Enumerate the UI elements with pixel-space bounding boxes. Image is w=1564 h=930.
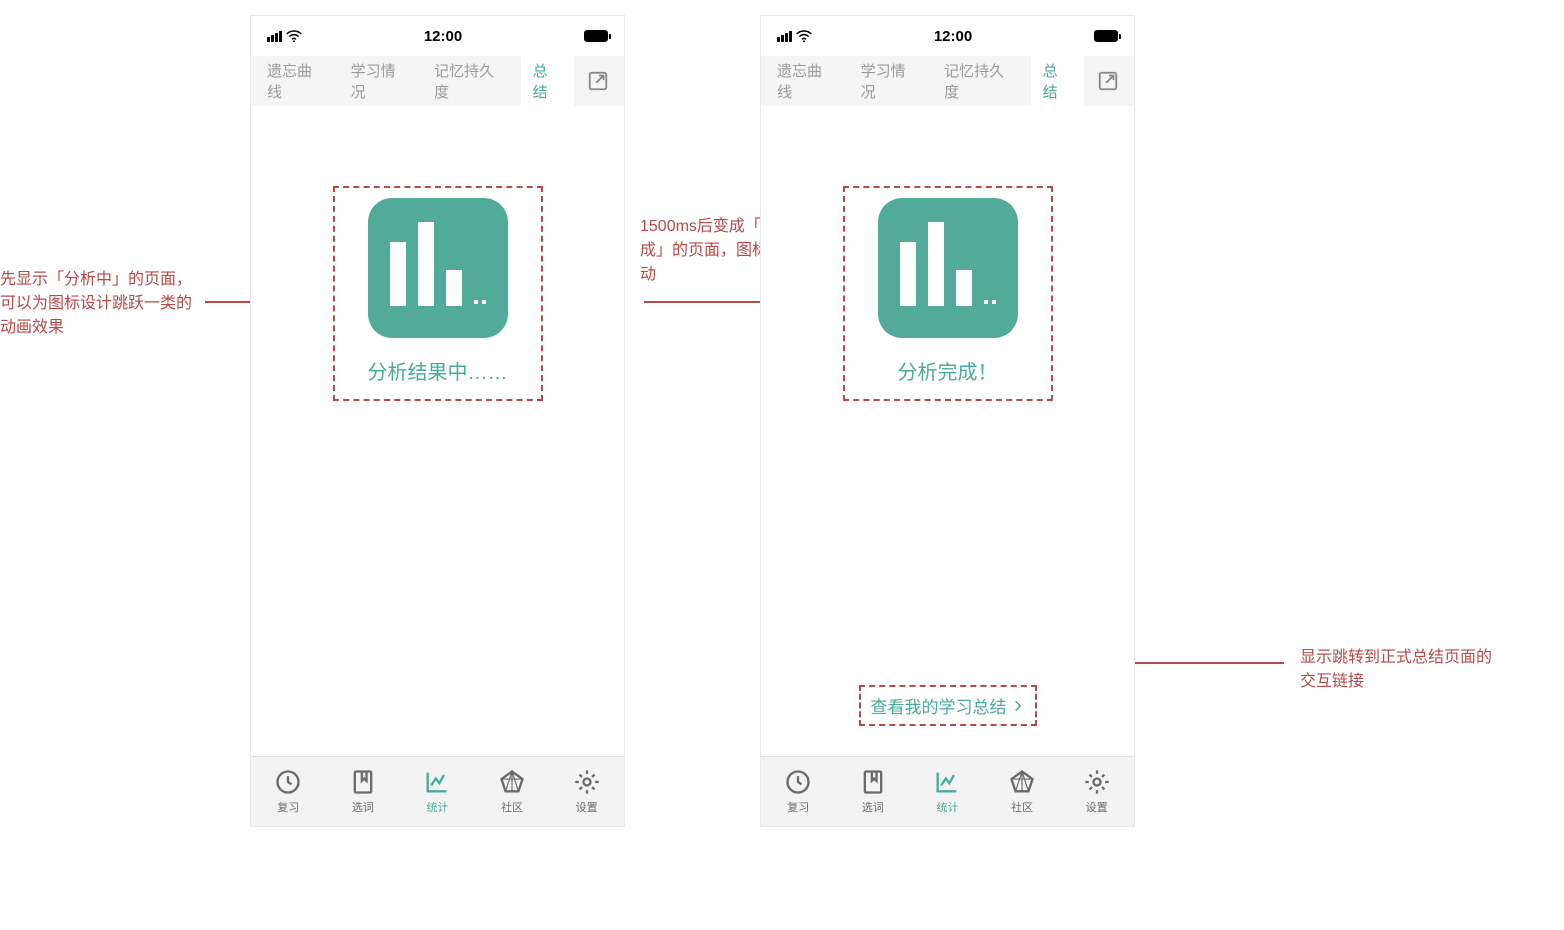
screen-body: 分析结果中…… bbox=[251, 106, 624, 756]
nav-settings[interactable]: 设置 bbox=[1059, 757, 1134, 826]
share-button[interactable] bbox=[576, 59, 620, 103]
bookmark-icon bbox=[349, 768, 377, 796]
screen-body: 分析完成！ 查看我的学习总结 bbox=[761, 106, 1134, 756]
nav-review-label: 复习 bbox=[277, 799, 299, 815]
battery-icon bbox=[584, 30, 608, 42]
bottom-nav: 复习 选词 统计 社区 设置 bbox=[761, 756, 1134, 826]
annotation-view-summary-link: 显示跳转到正式总结页面的交互链接 bbox=[1300, 646, 1500, 694]
signal-icon bbox=[267, 31, 282, 42]
analysis-box: 分析结果中…… bbox=[333, 186, 543, 401]
status-time: 12:00 bbox=[934, 28, 972, 45]
status-right bbox=[584, 30, 608, 42]
view-summary-link[interactable]: 查看我的学习总结 bbox=[871, 693, 1025, 718]
nav-words[interactable]: 选词 bbox=[326, 757, 401, 826]
nav-community-label: 社区 bbox=[1011, 799, 1033, 815]
status-bar: 12:00 bbox=[761, 16, 1134, 56]
clock-icon bbox=[274, 768, 302, 796]
phone-screen-analyzing: 12:00 遗忘曲线 学习情况 记忆持久度 总结 分析结果中…… 复习 选词 bbox=[250, 15, 625, 827]
tab-study-status[interactable]: 学习情况 bbox=[849, 56, 933, 106]
nav-stats[interactable]: 统计 bbox=[400, 757, 475, 826]
status-time: 12:00 bbox=[424, 28, 462, 45]
nav-stats[interactable]: 统计 bbox=[910, 757, 985, 826]
tab-summary[interactable]: 总结 bbox=[521, 56, 575, 106]
line-chart-icon bbox=[933, 768, 961, 796]
tab-memory-duration[interactable]: 记忆持久度 bbox=[932, 56, 1030, 106]
nav-settings-label: 设置 bbox=[576, 799, 598, 815]
tab-summary[interactable]: 总结 bbox=[1031, 56, 1085, 106]
nav-review-label: 复习 bbox=[787, 799, 809, 815]
phone-screen-done: 12:00 遗忘曲线 学习情况 记忆持久度 总结 分析完成！ 查看我的学习总结 bbox=[760, 15, 1135, 827]
line-chart-icon bbox=[423, 768, 451, 796]
view-summary-highlight: 查看我的学习总结 bbox=[859, 685, 1037, 726]
pentagon-icon bbox=[498, 768, 526, 796]
battery-icon bbox=[1094, 30, 1118, 42]
share-icon bbox=[587, 70, 609, 92]
bar-chart-icon bbox=[878, 198, 1018, 338]
nav-community-label: 社区 bbox=[501, 799, 523, 815]
status-right bbox=[1094, 30, 1118, 42]
nav-words-label: 选词 bbox=[862, 799, 884, 815]
status-left bbox=[777, 30, 812, 42]
view-summary-label: 查看我的学习总结 bbox=[871, 693, 1007, 718]
analysis-box: 分析完成！ bbox=[843, 186, 1053, 401]
pentagon-icon bbox=[1008, 768, 1036, 796]
tab-memory-duration[interactable]: 记忆持久度 bbox=[422, 56, 520, 106]
bottom-nav: 复习 选词 统计 社区 设置 bbox=[251, 756, 624, 826]
bar-chart-icon bbox=[368, 198, 508, 338]
clock-icon bbox=[784, 768, 812, 796]
tab-forgetting-curve[interactable]: 遗忘曲线 bbox=[255, 56, 339, 106]
nav-words-label: 选词 bbox=[352, 799, 374, 815]
status-left bbox=[267, 30, 302, 42]
gear-icon bbox=[1083, 768, 1111, 796]
top-tabs: 遗忘曲线 学习情况 记忆持久度 总结 bbox=[761, 56, 1134, 106]
nav-review[interactable]: 复习 bbox=[761, 757, 836, 826]
gear-icon bbox=[573, 768, 601, 796]
nav-community[interactable]: 社区 bbox=[475, 757, 550, 826]
wifi-icon bbox=[286, 30, 302, 42]
chevron-right-icon bbox=[1011, 699, 1025, 713]
nav-words[interactable]: 选词 bbox=[836, 757, 911, 826]
analysis-status-text: 分析结果中…… bbox=[355, 356, 521, 385]
annotation-analyzing: 先显示「分析中」的页面，可以为图标设计跳跃一类的动画效果 bbox=[0, 268, 200, 340]
bookmark-icon bbox=[859, 768, 887, 796]
tab-forgetting-curve[interactable]: 遗忘曲线 bbox=[765, 56, 849, 106]
tab-study-status[interactable]: 学习情况 bbox=[339, 56, 423, 106]
wifi-icon bbox=[796, 30, 812, 42]
nav-settings[interactable]: 设置 bbox=[549, 757, 624, 826]
status-bar: 12:00 bbox=[251, 16, 624, 56]
nav-settings-label: 设置 bbox=[1086, 799, 1108, 815]
share-button[interactable] bbox=[1086, 59, 1130, 103]
nav-review[interactable]: 复习 bbox=[251, 757, 326, 826]
analysis-status-text: 分析完成！ bbox=[865, 356, 1031, 385]
nav-community[interactable]: 社区 bbox=[985, 757, 1060, 826]
nav-stats-label: 统计 bbox=[426, 799, 448, 815]
top-tabs: 遗忘曲线 学习情况 记忆持久度 总结 bbox=[251, 56, 624, 106]
signal-icon bbox=[777, 31, 792, 42]
nav-stats-label: 统计 bbox=[936, 799, 958, 815]
share-icon bbox=[1097, 70, 1119, 92]
